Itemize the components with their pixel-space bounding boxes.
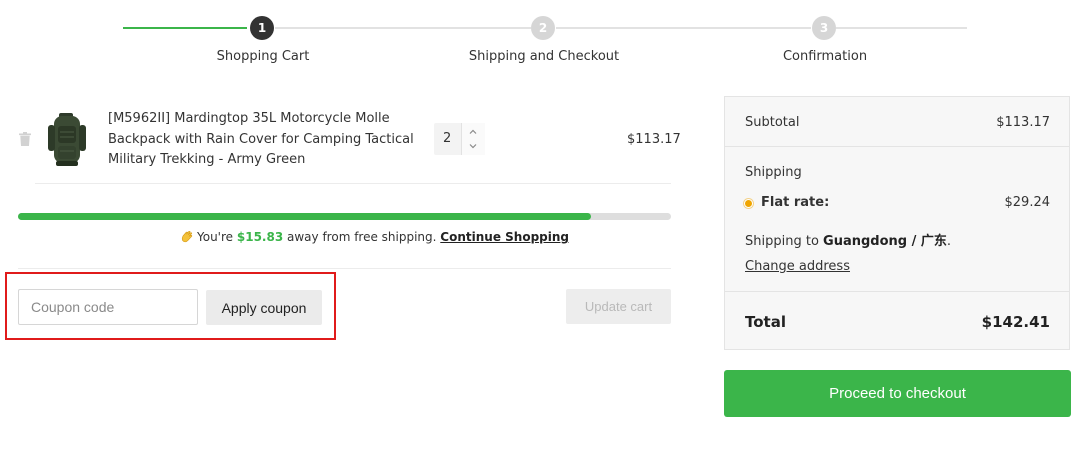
free-shipping-progress-bar xyxy=(18,213,671,220)
chevron-up-icon[interactable] xyxy=(467,126,479,138)
cart-totals-panel: Subtotal $113.17 Shipping Flat rate: $29… xyxy=(724,96,1070,350)
coupon-code-input[interactable] xyxy=(18,289,198,325)
quantity-stepper: 2 xyxy=(434,123,485,155)
divider xyxy=(35,183,671,184)
step-3-circle: 3 xyxy=(812,16,836,40)
stepper-line-complete xyxy=(123,27,247,29)
quantity-arrows xyxy=(461,123,485,155)
step-1-label: Shopping Cart xyxy=(216,49,310,64)
stepper-line xyxy=(836,27,967,29)
apply-coupon-button[interactable]: Apply coupon xyxy=(206,290,322,325)
product-thumbnail-image[interactable] xyxy=(45,113,91,167)
divider xyxy=(725,146,1069,147)
flat-rate-radio-icon[interactable] xyxy=(745,200,752,207)
subtotal-value: $113.17 xyxy=(996,115,1050,130)
total-label: Total xyxy=(745,313,786,331)
stepper-line xyxy=(556,27,811,29)
item-price: $113.17 xyxy=(627,132,681,147)
flat-rate-label: Flat rate: xyxy=(761,195,830,210)
divider xyxy=(18,268,671,269)
total-value: $142.41 xyxy=(981,313,1050,331)
step-3-label: Confirmation xyxy=(782,49,868,64)
checkout-stepper: 1 2 3 Shopping Cart Shipping and Checkou… xyxy=(0,0,1090,80)
message-prefix: You're xyxy=(197,230,234,244)
subtotal-label: Subtotal xyxy=(745,115,800,130)
ship-to-prefix: Shipping to xyxy=(745,234,819,249)
stepper-line xyxy=(275,27,531,29)
flat-rate-value: $29.24 xyxy=(1004,195,1051,210)
ship-to-suffix: . xyxy=(946,234,952,249)
step-1-circle: 1 xyxy=(250,16,274,40)
step-2-label: Shipping and Checkout xyxy=(468,49,620,64)
free-shipping-message: You're $15.83 away from free shipping. C… xyxy=(180,230,569,244)
remaining-amount: $15.83 xyxy=(236,230,284,244)
shipping-label: Shipping xyxy=(745,165,802,180)
product-name-link[interactable]: [M5962II] Mardingtop 35L Motorcycle Moll… xyxy=(108,109,428,171)
step-2-circle: 2 xyxy=(531,16,555,40)
message-suffix: away from free shipping. xyxy=(287,230,437,244)
change-address-link[interactable]: Change address xyxy=(745,259,850,274)
free-shipping-progress-fill xyxy=(18,213,592,220)
shipping-destination: Shipping to Guangdong / 广东. xyxy=(745,230,951,249)
waving-hand-icon xyxy=(181,231,193,243)
divider xyxy=(725,291,1069,292)
chevron-down-icon[interactable] xyxy=(467,140,479,152)
ship-to-location: Guangdong / 广东 xyxy=(823,234,947,249)
update-cart-button[interactable]: Update cart xyxy=(566,289,671,324)
proceed-to-checkout-button[interactable]: Proceed to checkout xyxy=(724,370,1071,417)
continue-shopping-link[interactable]: Continue Shopping xyxy=(440,230,569,244)
trash-icon[interactable] xyxy=(19,132,31,146)
cart-page: 1 2 3 Shopping Cart Shipping and Checkou… xyxy=(0,0,1090,449)
quantity-input[interactable]: 2 xyxy=(443,131,451,146)
